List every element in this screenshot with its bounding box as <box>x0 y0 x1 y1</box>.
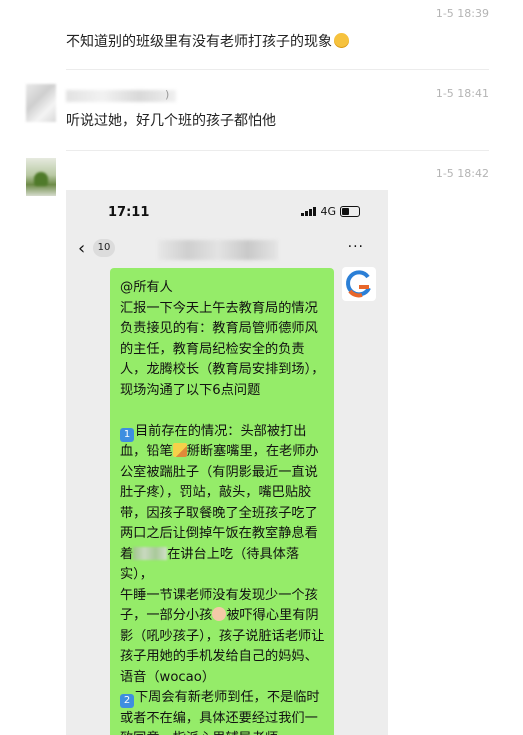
more-options-icon[interactable]: ··· <box>348 239 364 255</box>
g-logo-icon <box>346 270 371 298</box>
keycap-one-icon: 1 <box>120 427 134 442</box>
avatar[interactable] <box>26 158 56 196</box>
status-indicators: 4G <box>301 205 360 218</box>
comment-time: 1-5 18:42 <box>435 167 489 180</box>
unread-count-badge: 10 <box>93 239 115 257</box>
message-bubble[interactable]: @所有人 汇报一下今天上午去教育局的情况 负责接见的有：教育局管师德师风的主任，… <box>110 268 334 735</box>
message-line: 1 目前存在的情况：头部被打出血，铅笔 掰断塞嘴里，在老师办公室被踹肚子（有阴影最近… <box>120 422 328 586</box>
message-text: 掰断塞嘴里，在老师办公室被踹肚子（有阴影最近一直说肚子疼），罚站，敲头，嘴巴贴胶… <box>120 444 319 562</box>
message-line: 负责接见的有：教育局管师德师风的主任，教育局纪检安全的负责人，龙腾校长（教育局安… <box>120 321 325 398</box>
chat-title-redacted <box>158 240 278 260</box>
avatar[interactable] <box>26 84 56 122</box>
battery-icon <box>340 206 360 217</box>
redacted-text <box>133 546 168 560</box>
comment-text: 不知道别的班级里有没有老师打孩子的现象 <box>66 31 349 51</box>
divider <box>66 69 489 70</box>
commenter-name-redacted <box>66 90 176 102</box>
comment-time: 1-5 18:41 <box>435 87 489 100</box>
comment-text-content: 不知道别的班级里有没有老师打孩子的现象 <box>66 34 332 50</box>
message-text: 下周会有新老师到任，不是临时或者不在编，具体还要经过我们一致同意，指派心里辅导老… <box>120 690 320 735</box>
sender-avatar[interactable] <box>342 267 376 301</box>
pencil-icon <box>172 443 187 457</box>
message-line: @所有人 <box>120 280 173 295</box>
attached-screenshot[interactable]: 17:11 4G ‹ 10 ··· @所有人 汇报一下今天上午去教育局的情况 负… <box>66 190 388 735</box>
message-line <box>120 401 328 422</box>
baby-face-icon <box>212 607 227 621</box>
confused-face-icon <box>334 33 349 48</box>
comment-time: 1-5 18:39 <box>435 7 489 20</box>
status-time: 17:11 <box>108 205 150 220</box>
divider <box>66 150 489 151</box>
back-chevron-icon[interactable]: ‹ <box>78 238 85 259</box>
message-line: 2下周会有新老师到任，不是临时或者不在编，具体还要经过我们一致同意，指派心里辅导… <box>120 688 328 735</box>
message-line: 汇报一下今天上午去教育局的情况 <box>120 300 318 316</box>
message-line: 午睡一节课老师没有发现少一个孩子，一部分小孩 被吓得心里有阴影（吼吵孩子），孩子说… <box>120 586 328 689</box>
signal-icon <box>301 207 317 216</box>
commenter-name-suffix: ) <box>165 88 170 101</box>
keycap-two-icon: 2 <box>120 694 134 708</box>
comment-text: 听说过她，好几个班的孩子都怕他 <box>66 113 276 129</box>
network-label: 4G <box>320 205 336 218</box>
